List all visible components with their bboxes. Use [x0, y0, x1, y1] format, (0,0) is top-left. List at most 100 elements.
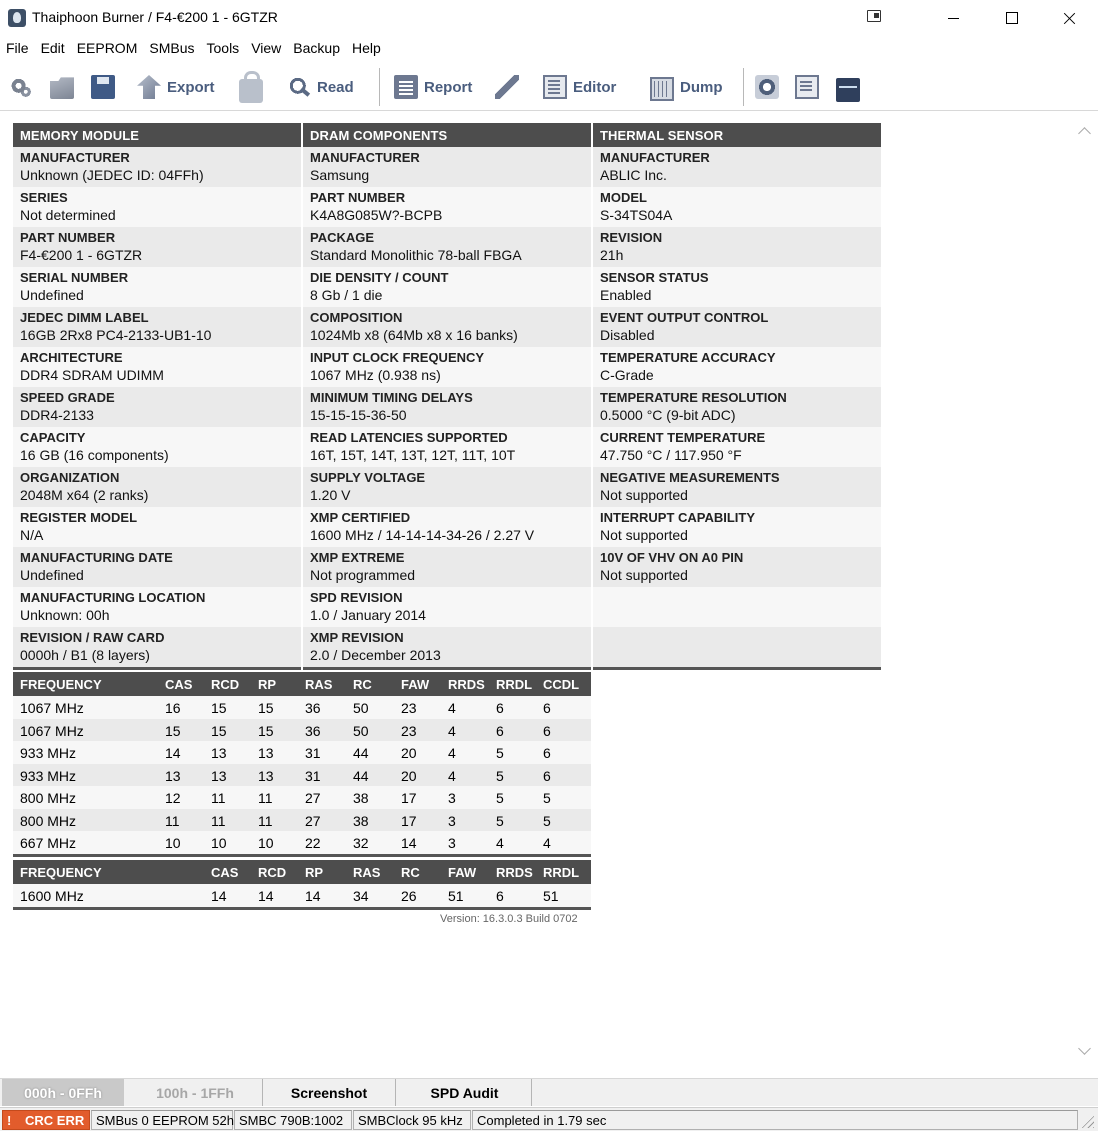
info-row: SUPPLY VOLTAGE 1.20 V — [303, 467, 591, 507]
table-cell: 11 — [165, 812, 180, 829]
column-header-cell: CAS — [211, 865, 239, 880]
document-button[interactable] — [795, 74, 825, 100]
info-key: SUPPLY VOLTAGE — [310, 470, 426, 485]
table-cell: 10 — [211, 835, 227, 851]
tab-spd-audit[interactable]: SPD Audit — [398, 1079, 532, 1106]
resize-grip-icon[interactable] — [1080, 1114, 1094, 1128]
table-cell: 3 — [448, 812, 456, 829]
menu-backup[interactable]: Backup — [287, 38, 346, 60]
info-row: SERIES Not determined — [13, 187, 301, 227]
menu-view[interactable]: View — [245, 38, 287, 60]
info-value: 16T, 15T, 14T, 13T, 12T, 11T, 10T — [310, 447, 516, 463]
table-cell: 667 MHz — [20, 835, 77, 851]
table-cell: 36 — [305, 700, 321, 716]
info-key: REVISION — [600, 230, 663, 245]
lock-icon — [239, 71, 263, 103]
info-value: 47.750 °C / 117.950 °F — [600, 447, 742, 463]
info-value: Disabled — [600, 327, 655, 343]
crc-error-status: ! CRC ERR — [2, 1110, 90, 1130]
table-cell: 11 — [211, 790, 226, 806]
close-button[interactable] — [1040, 0, 1098, 36]
info-key: REGISTER MODEL — [20, 510, 138, 525]
menu-help[interactable]: Help — [346, 38, 387, 60]
read-button[interactable]: Read — [287, 74, 354, 100]
report-button[interactable]: Report — [394, 74, 472, 100]
table-cell: 38 — [353, 790, 369, 806]
settings-button[interactable] — [9, 74, 39, 100]
info-value: 16GB 2Rx8 PC4-2133-UB1-10 — [20, 327, 212, 343]
tab-000h-0ffh[interactable]: 000h - 0FFh — [2, 1079, 124, 1106]
table-cell: 26 — [401, 888, 417, 904]
info-value: 15-15-15-36-50 — [310, 407, 407, 423]
info-value: 1067 MHz (0.938 ns) — [310, 367, 441, 383]
table-cell: 800 MHz — [20, 790, 77, 806]
menu-file[interactable]: File — [0, 38, 35, 60]
info-value: S-34TS04A — [600, 207, 673, 223]
column-header-cell: CCDL — [543, 677, 580, 692]
tab-screenshot[interactable]: Screenshot — [262, 1079, 396, 1106]
table-row: 933 MHz 13 13 13 31 44 20 4 5 6 — [13, 763, 591, 786]
menu-eeprom[interactable]: EEPROM — [71, 38, 144, 60]
monitor-icon — [836, 78, 860, 102]
minimize-button[interactable] — [924, 0, 982, 36]
info-key: READ LATENCIES SUPPORTED — [310, 430, 508, 445]
info-row: CURRENT TEMPERATURE 47.750 °C / 117.950 °… — [593, 427, 881, 467]
tab-100h-1ffh[interactable]: 100h - 1FFh — [132, 1079, 258, 1106]
menu-tools[interactable]: Tools — [201, 38, 246, 60]
column-footer-rule — [593, 667, 881, 670]
table-cell: 15 — [211, 700, 227, 716]
info-key: EVENT OUTPUT CONTROL — [600, 310, 769, 325]
table-cell: 34 — [353, 888, 369, 904]
column-header-cell: CAS — [165, 677, 193, 692]
info-row: 10V OF VHV ON A0 PIN Not supported — [593, 547, 881, 587]
info-value: Not supported — [600, 527, 688, 543]
menu-smbus[interactable]: SMBus — [143, 38, 200, 60]
info-key: XMP CERTIFIED — [310, 510, 411, 525]
toolbar-divider — [379, 68, 380, 106]
table-cell: 14 — [211, 888, 227, 904]
info-key: ORGANIZATION — [20, 470, 120, 485]
info-key: XMP EXTREME — [310, 550, 405, 565]
scroll-down-icon[interactable] — [1077, 1044, 1091, 1058]
export-button[interactable]: Export — [137, 74, 215, 100]
maximize-button[interactable] — [982, 0, 1040, 36]
info-value: Undefined — [20, 287, 84, 303]
bottom-tab-bar: 000h - 0FFh 100h - 1FFh Screenshot SPD A… — [0, 1078, 1098, 1106]
table-cell: 27 — [305, 790, 321, 806]
info-row: COMPOSITION 1024Mb x8 (64Mb x8 x 16 banks… — [303, 307, 591, 347]
info-value: 1.20 V — [310, 487, 351, 503]
info-key — [600, 630, 881, 647]
editor-button[interactable]: Editor — [543, 74, 616, 100]
scroll-up-icon[interactable] — [1077, 124, 1091, 138]
open-button[interactable] — [50, 74, 80, 100]
table-cell: 5 — [496, 790, 504, 806]
info-key: COMPOSITION — [310, 310, 403, 325]
table-cell: 6 — [543, 745, 551, 761]
table-cell: 4 — [496, 835, 504, 851]
snap-layout-icon[interactable] — [867, 10, 881, 22]
table-cell: 14 — [401, 835, 417, 851]
table-cell: 5 — [496, 812, 504, 829]
column-header: THERMAL SENSOR — [593, 123, 881, 147]
info-row: PART NUMBER F4-€200 1 - 6GTZR — [13, 227, 301, 267]
lock-button[interactable] — [239, 71, 269, 103]
info-row: REGISTER MODEL N/A — [13, 507, 301, 547]
save-button[interactable] — [91, 74, 121, 100]
menu-edit[interactable]: Edit — [35, 38, 71, 60]
table-cell: 16 — [165, 700, 181, 716]
table-row: 667 MHz 10 10 10 22 32 14 3 4 4 — [13, 831, 591, 854]
table-cell: 5 — [543, 790, 551, 806]
table-cell: 51 — [543, 888, 559, 904]
window-title: Thaiphoon Burner / F4-€200 1 - 6GTZR — [32, 9, 278, 25]
info-key: MODEL — [600, 190, 647, 205]
chip-info-button[interactable] — [755, 74, 785, 100]
monitor-button[interactable] — [836, 74, 866, 102]
info-row — [593, 587, 881, 627]
dump-button[interactable]: Dump — [650, 74, 723, 101]
info-key: SERIAL NUMBER — [20, 270, 129, 285]
info-key: SPD REVISION — [310, 590, 403, 605]
menu-bar: File Edit EEPROM SMBus Tools View Backup… — [0, 38, 1098, 60]
tools-button[interactable] — [495, 74, 525, 100]
info-value: Unknown (JEDEC ID: 04FFh) — [20, 167, 204, 183]
info-key: PART NUMBER — [310, 190, 406, 205]
